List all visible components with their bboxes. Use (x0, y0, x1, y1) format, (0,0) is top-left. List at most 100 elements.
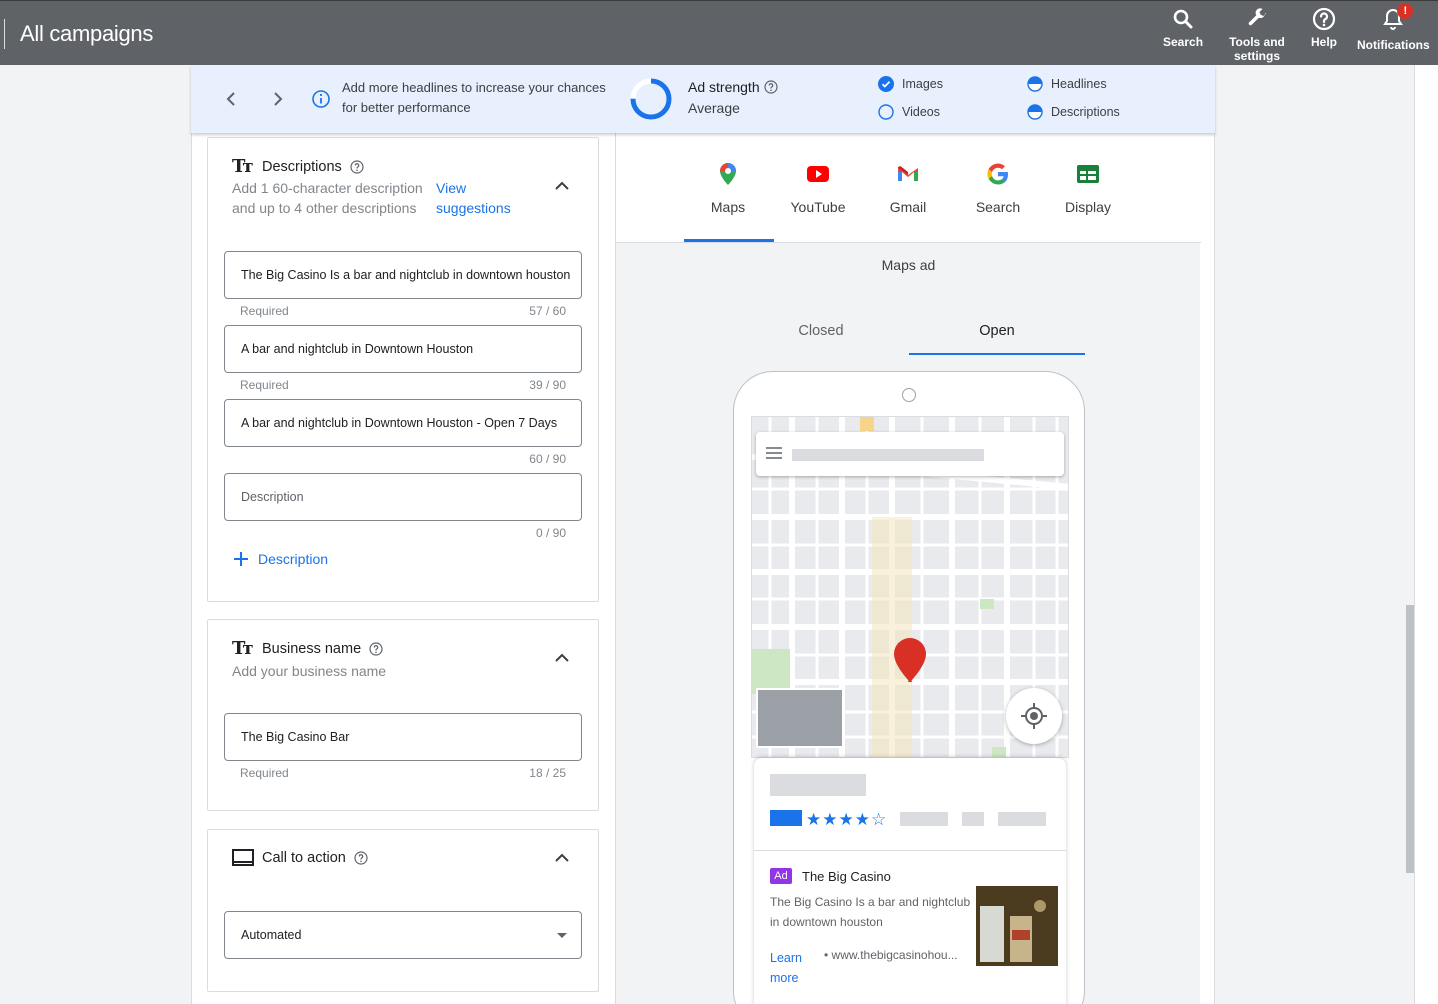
checklist-videos: Videos (878, 104, 940, 120)
checklist-descriptions: Descriptions (1027, 104, 1120, 120)
business-name-field[interactable]: The Big Casino Bar (224, 713, 582, 761)
notifications-button-label: Notifications (1357, 38, 1430, 52)
descriptions-subtitle-line1: Add 1 60-character description (232, 180, 423, 196)
descriptions-header: Tт Descriptions (232, 156, 364, 177)
char-count: 57 / 60 (529, 304, 566, 318)
cta-header: Call to action (232, 848, 368, 868)
ad-url: • www.thebigcasinohou... (824, 948, 958, 962)
help-button[interactable]: Help (1311, 7, 1337, 49)
tab-maps-label: Maps (710, 199, 746, 215)
map-pin-icon (894, 638, 926, 682)
search-button-label: Search (1163, 35, 1204, 49)
ad-strength-label-text: Ad strength (688, 79, 760, 95)
add-description-button[interactable]: Description (232, 550, 328, 568)
cta-title: Call to action (262, 850, 346, 866)
business-name-hint: Required 18 / 25 (240, 766, 566, 780)
help-circle-icon[interactable] (369, 641, 383, 656)
camera-dot (902, 388, 916, 402)
business-name-subtitle: Add your business name (232, 663, 387, 679)
map-search-bar[interactable] (756, 432, 1064, 476)
chevron-up-icon[interactable] (552, 648, 572, 668)
description-field-4[interactable]: Description (224, 473, 582, 521)
description-field-3[interactable]: A bar and nightclub in Downtown Houston … (224, 399, 582, 447)
learn-more-link[interactable]: Learn more (770, 948, 820, 988)
notifications-button[interactable]: ! Notifications (1357, 3, 1430, 52)
tab-gmail[interactable]: Gmail (863, 161, 953, 215)
active-tab-indicator (684, 239, 774, 242)
preview-tabs: Maps YouTube Gmail Search Display (616, 133, 1201, 243)
ad-type-label: Maps ad (881, 257, 936, 273)
display-icon (1077, 165, 1099, 183)
tab-search-label: Search (975, 199, 1021, 215)
checklist-headlines-label: Headlines (1051, 77, 1107, 91)
description-field-3-hint: 60 / 90 (240, 452, 566, 466)
checklist-videos-label: Videos (902, 105, 940, 119)
business-name-title: Business name (262, 640, 362, 657)
placeholder-bar (900, 812, 948, 826)
text-format-icon: Tт (232, 156, 254, 177)
dropdown-arrow-icon (557, 933, 567, 938)
help-circle-icon[interactable] (764, 80, 778, 94)
placeholder-bar (962, 812, 984, 826)
search-button[interactable]: Search (1163, 7, 1203, 49)
tools-and-settings-button[interactable]: Tools and settings (1226, 7, 1288, 63)
top-bar: All campaigns Search Tools and settings … (0, 0, 1438, 65)
tab-maps[interactable]: Maps (683, 161, 773, 215)
text-format-icon: Tт (232, 638, 254, 659)
notification-badge: ! (1397, 3, 1414, 19)
char-count: 60 / 90 (529, 452, 566, 466)
description-field-2-hint: Required 39 / 90 (240, 378, 566, 392)
chevron-left-icon[interactable] (219, 87, 243, 111)
descriptions-card: Tт Descriptions Add 1 60-character descr… (207, 137, 599, 602)
tools-button-label: Tools and settings (1229, 35, 1285, 63)
hint-text: Required (240, 766, 289, 780)
title-placeholder (770, 774, 866, 796)
tab-open[interactable]: Open (909, 323, 1085, 339)
chevron-right-icon[interactable] (266, 87, 290, 111)
description-field-1-hint: Required 57 / 60 (240, 304, 566, 318)
view-suggestions-link[interactable]: View suggestions (436, 178, 511, 218)
hint-text: Required (240, 378, 289, 392)
chevron-up-icon[interactable] (552, 848, 572, 868)
maps-ad-card: ★★★★☆ Ad The Big Casino The Big Casino I… (754, 758, 1066, 1004)
checklist-images: Images (878, 76, 943, 92)
rating-stars: ★★★★☆ (806, 810, 888, 829)
hint-text: Required (240, 304, 289, 318)
gmail-icon (898, 166, 918, 181)
placeholder-bar (998, 812, 1046, 826)
maps-pin-icon (720, 163, 736, 185)
business-name-header: Tт Business name (232, 638, 383, 659)
chevron-up-icon[interactable] (552, 176, 572, 196)
char-count: 39 / 90 (529, 378, 566, 392)
descriptions-title: Descriptions (262, 158, 342, 175)
descriptions-subtitle: Add 1 60-character description and up to… (232, 178, 423, 218)
ad-strength-label: Ad strength (688, 79, 778, 95)
checklist-descriptions-label: Descriptions (1051, 105, 1120, 119)
half-circle-icon (1027, 76, 1043, 92)
help-circle-icon[interactable] (354, 851, 368, 865)
rating-badge (770, 810, 802, 826)
page-title: All campaigns (20, 21, 154, 46)
tab-display[interactable]: Display (1043, 161, 1133, 215)
ad-strength-banner: Add more headlines to increase your chan… (191, 65, 1215, 133)
help-icon (1312, 7, 1336, 31)
cta-select-value: Automated (241, 928, 302, 942)
active-state-indicator (909, 353, 1085, 355)
empty-circle-icon (878, 104, 894, 120)
cta-select[interactable]: Automated (224, 911, 582, 959)
search-icon (1173, 9, 1193, 29)
tab-youtube[interactable]: YouTube (773, 161, 863, 215)
description-field-2[interactable]: A bar and nightclub in Downtown Houston (224, 325, 582, 373)
wrench-icon (1248, 8, 1267, 26)
tab-search[interactable]: Search (953, 161, 1043, 215)
help-circle-icon[interactable] (350, 159, 364, 174)
crosshair-icon (1021, 703, 1047, 729)
right-side-panel (1414, 65, 1438, 1004)
locate-button[interactable] (1006, 688, 1062, 744)
business-name-card: Tт Business name Add your business name … (207, 619, 599, 811)
char-count: 18 / 25 (529, 766, 566, 780)
tab-closed[interactable]: Closed (733, 323, 909, 339)
view-suggestions-line1: View (436, 180, 467, 196)
page-scrollbar[interactable] (1406, 605, 1414, 873)
description-field-1[interactable]: The Big Casino Is a bar and nightclub in… (224, 251, 582, 299)
